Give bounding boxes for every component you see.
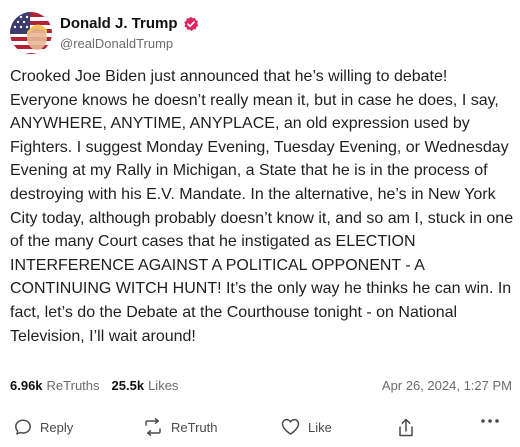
like-icon [281,418,300,435]
more-options-button[interactable] [480,418,508,424]
retruths-label: ReTruths [46,377,100,393]
retruths-count: 6.96k [10,377,43,393]
author-handle[interactable]: @realDonaldTrump [60,36,173,51]
like-button[interactable]: Like [281,418,332,436]
reply-icon [15,419,31,435]
author-name-row: Donald J. Trump [60,15,199,32]
author-display-name[interactable]: Donald J. Trump [60,15,178,32]
verified-badge-icon [183,16,199,32]
post-timestamp[interactable]: Apr 26, 2024, 1:27 PM [382,378,512,393]
share-button[interactable] [397,418,423,438]
avatar[interactable] [10,12,52,54]
share-icon [399,418,413,437]
avatar-flag-image [10,12,52,54]
retruth-icon [145,418,161,436]
retruth-label: ReTruth [171,419,218,435]
post-header: Donald J. Trump @realDonaldTrump [10,12,510,58]
likes-label: Likes [148,377,179,393]
more-icon [481,419,499,423]
likes-stat[interactable]: 25.5k Likes [112,378,179,393]
post-stats: 6.96k ReTruths 25.5k Likes Apr 26, 2024,… [10,375,512,395]
like-label: Like [308,419,332,435]
reply-label: Reply [40,419,74,435]
likes-count: 25.5k [111,377,145,393]
action-bar: Reply ReTruth Like [0,410,520,444]
reply-button[interactable]: Reply [14,418,73,436]
retruths-stat[interactable]: 6.96k ReTruths [10,378,100,393]
post-text: Crooked Joe Biden just announced that he… [10,68,518,345]
retruth-button[interactable]: ReTruth [143,418,217,436]
